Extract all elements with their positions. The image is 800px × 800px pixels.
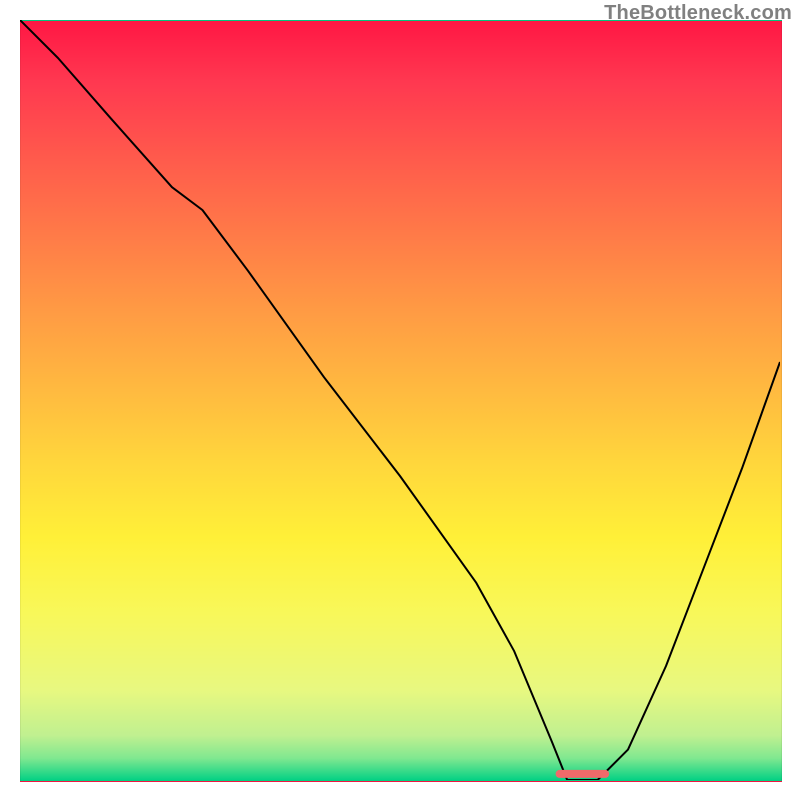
chart-container: TheBottleneck.com: [0, 0, 800, 800]
gradient-plot-area: [20, 20, 782, 782]
watermark-label: TheBottleneck.com: [604, 2, 792, 25]
